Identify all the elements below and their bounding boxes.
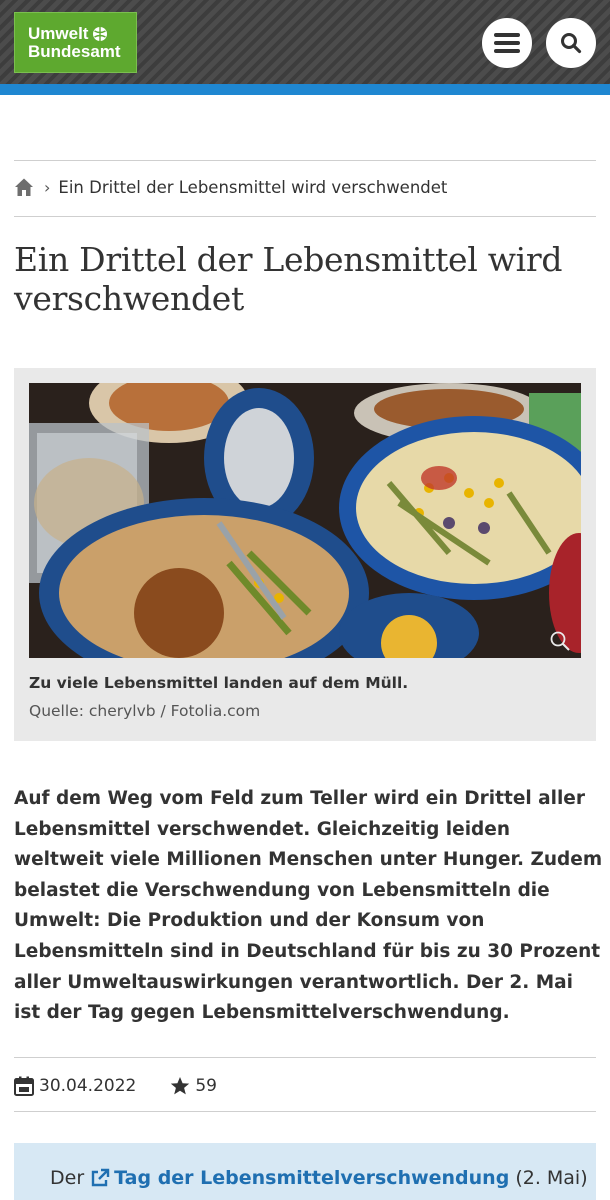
hamburger-icon xyxy=(494,33,520,53)
umweltbundesamt-logo[interactable]: Umwelt Bundesamt xyxy=(14,12,137,73)
external-link-icon xyxy=(91,1168,110,1187)
article-figure: Zu viele Lebensmittel landen auf dem Mül… xyxy=(14,368,596,741)
date-item: 30.04.2022 xyxy=(14,1076,136,1096)
breadcrumb-current: Ein Drittel der Lebensmittel wird versch… xyxy=(58,177,448,197)
rating-count: 59 xyxy=(195,1076,217,1096)
calendar-icon xyxy=(14,1076,34,1096)
site-header: Umwelt Bundesamt xyxy=(0,0,610,87)
divider xyxy=(14,160,596,161)
divider xyxy=(14,1057,596,1058)
star-icon xyxy=(171,1077,190,1095)
figure-caption: Zu viele Lebensmittel landen auf dem Mül… xyxy=(29,674,409,692)
breadcrumb: › Ein Drittel der Lebensmittel wird vers… xyxy=(14,172,447,202)
divider xyxy=(14,216,596,217)
logo-globe-icon xyxy=(93,27,108,41)
infobox-suffix: (2. Mai) xyxy=(515,1167,588,1189)
related-info-box: Der Tag der Lebensmittelverschwendung (2… xyxy=(14,1143,596,1200)
infobox-prefix: Der xyxy=(50,1167,85,1189)
logo-line2: Bundesamt xyxy=(28,42,121,61)
article-meta: 30.04.2022 59 xyxy=(14,1070,217,1102)
divider xyxy=(14,1111,596,1112)
chevron-right-icon: › xyxy=(44,177,51,197)
page-title: Ein Drittel der Lebensmittel wird versch… xyxy=(14,240,563,318)
tag-der-lebensmittelverschwendung-link[interactable]: Tag der Lebensmittelverschwendung xyxy=(90,1167,509,1189)
publish-date: 30.04.2022 xyxy=(39,1076,137,1096)
logo-line1: Umwelt xyxy=(28,24,89,43)
zoom-icon[interactable] xyxy=(549,630,571,652)
figure-credit: Quelle: cherylvb / Fotolia.com xyxy=(29,702,261,720)
search-icon xyxy=(561,33,582,54)
food-waste-photo[interactable] xyxy=(29,383,581,658)
menu-button[interactable] xyxy=(482,18,532,68)
search-button[interactable] xyxy=(546,18,596,68)
home-icon[interactable] xyxy=(14,177,34,197)
header-accent-bar xyxy=(0,84,610,95)
infobox-link-label: Tag der Lebensmittelverschwendung xyxy=(114,1167,510,1189)
photo-illustration xyxy=(29,383,581,658)
rating-item[interactable]: 59 xyxy=(170,1076,217,1096)
lead-paragraph: Auf dem Weg vom Feld zum Teller wird ein… xyxy=(14,788,603,1024)
